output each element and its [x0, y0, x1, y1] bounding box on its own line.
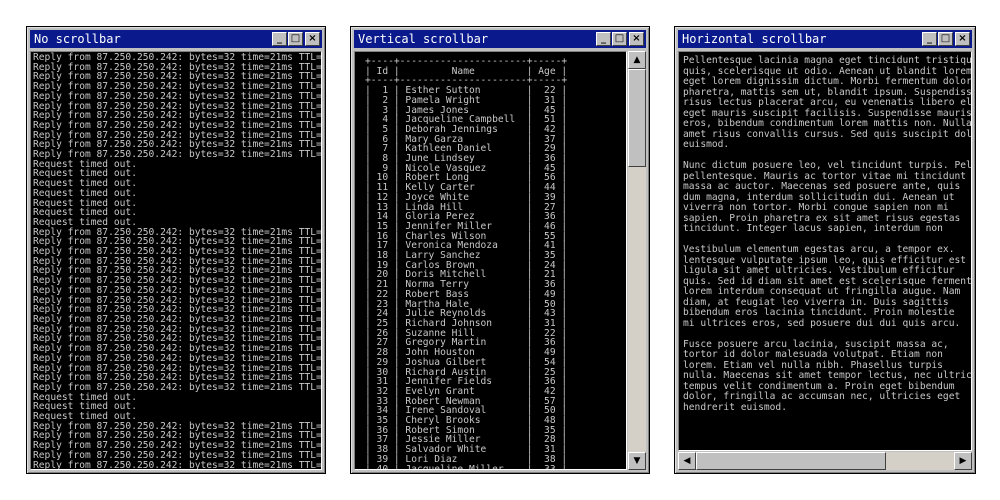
title-bar[interactable]: No scrollbar _ □ × [30, 30, 322, 48]
scroll-left-button[interactable]: ◀ [678, 452, 696, 470]
horizontal-scrollbar[interactable]: ◀ ▶ [678, 452, 972, 470]
scroll-right-button[interactable]: ▶ [954, 452, 972, 470]
people-table: +----+----------------------+-----+ | Id… [365, 56, 568, 470]
close-button[interactable]: × [305, 32, 320, 46]
close-button[interactable]: × [629, 32, 644, 46]
vertical-scrollbar[interactable]: ▲ ▼ [628, 51, 646, 470]
arrow-down-icon: ▼ [633, 456, 641, 466]
arrow-up-icon: ▲ [633, 55, 641, 65]
horizontal-scrollbar-window: Horizontal scrollbar _ □ × Pellentesque … [674, 26, 976, 474]
scroll-thumb[interactable] [628, 69, 646, 167]
terminal-area[interactable]: +----+----------------------+-----+ | Id… [354, 51, 627, 470]
lorem-text: Pellentesque lacinia magna eget tincidun… [679, 52, 971, 413]
minimize-button[interactable]: _ [596, 32, 611, 46]
arrow-left-icon: ◀ [683, 456, 691, 466]
paragraph: Vestibulum elementum egestas arcu, a tem… [683, 244, 972, 329]
vertical-scrollbar-window: Vertical scrollbar _ □ × +----+---------… [350, 26, 650, 474]
maximize-button[interactable]: □ [938, 32, 953, 46]
ping-output: Reply from 87.250.250.242: bytes=32 time… [33, 52, 321, 470]
no-scrollbar-window: No scrollbar _ □ × Reply from 87.250.250… [26, 26, 326, 474]
close-button[interactable]: × [955, 32, 970, 46]
minimize-button[interactable]: _ [272, 32, 287, 46]
scroll-up-button[interactable]: ▲ [628, 51, 646, 69]
title-bar[interactable]: Horizontal scrollbar _ □ × [678, 30, 972, 48]
arrow-right-icon: ▶ [959, 456, 967, 466]
minimize-button[interactable]: _ [922, 32, 937, 46]
maximize-button[interactable]: □ [612, 32, 627, 46]
terminal-area[interactable]: Reply from 87.250.250.242: bytes=32 time… [30, 51, 322, 470]
window-title: No scrollbar [34, 32, 121, 46]
terminal-area[interactable]: Pellentesque lacinia magna eget tincidun… [678, 51, 972, 451]
title-bar[interactable]: Vertical scrollbar _ □ × [354, 30, 646, 48]
paragraph: Pellentesque lacinia magna eget tincidun… [683, 55, 972, 150]
paragraph: Fusce posuere arcu lacinia, suscipit mas… [683, 338, 972, 413]
window-title: Horizontal scrollbar [682, 32, 827, 46]
paragraph: Nunc dictum posuere leo, vel tincidunt t… [683, 160, 972, 234]
scroll-down-button[interactable]: ▼ [628, 452, 646, 470]
scroll-thumb[interactable] [696, 452, 886, 470]
maximize-button[interactable]: □ [288, 32, 303, 46]
window-title: Vertical scrollbar [358, 32, 489, 46]
